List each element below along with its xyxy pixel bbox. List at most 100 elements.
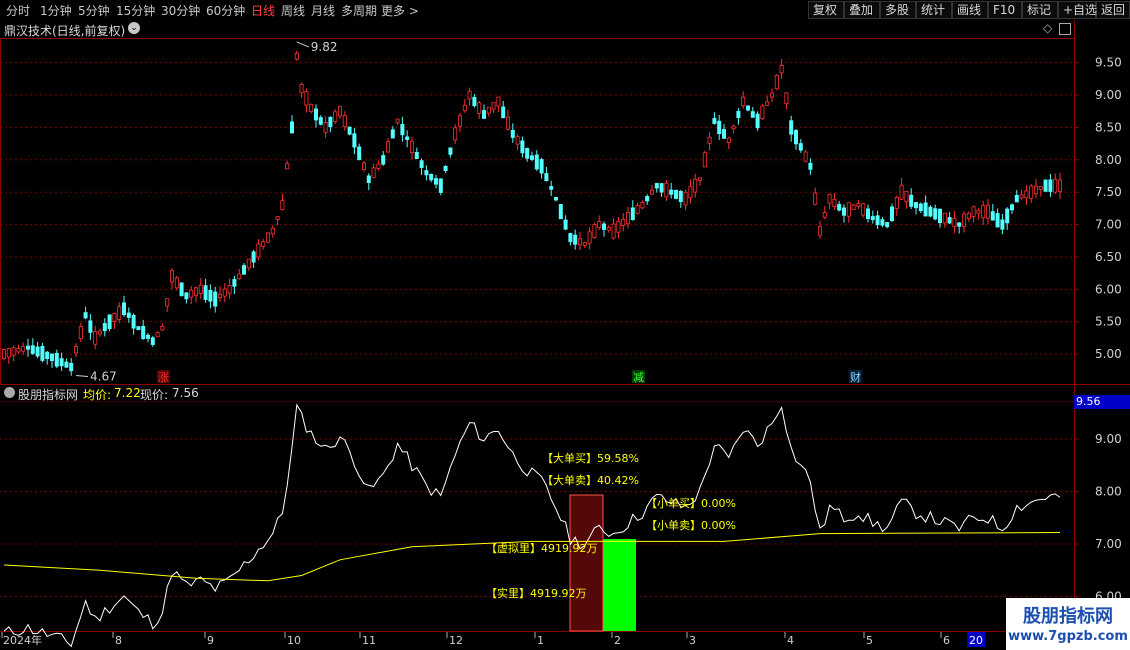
candle-body-126 (606, 227, 611, 231)
candle-body-183 (880, 219, 885, 226)
month-label-1: 9 (207, 634, 214, 647)
candle-body-82 (395, 118, 400, 124)
price-axis: 5.00 5.50 6.00 6.50 7.00 7.50 8.00 8.50 9.00 9.50 (1074, 56, 1122, 361)
candle-body-59 (285, 163, 290, 170)
candle-body-111 (534, 154, 539, 170)
candle-body-31 (150, 337, 155, 345)
candle-body-69 (333, 111, 338, 122)
real-volume-label: 【实里】4919.92万 (486, 586, 587, 600)
candle-body-3 (16, 348, 21, 353)
candle-body-40 (193, 287, 198, 296)
panel-layout-icon[interactable] (1059, 23, 1071, 35)
candle-body-185 (890, 206, 895, 222)
candle-body-36 (174, 277, 179, 289)
price-tick-label-4: 7.00 (1095, 218, 1122, 232)
candle-body-173 (832, 198, 837, 208)
candle-body-23 (112, 313, 117, 322)
indicator-price-line (3, 403, 1061, 648)
month-label-10: 6 (943, 634, 950, 647)
candle-body-190 (914, 202, 919, 209)
high-marker-arrow (296, 41, 309, 48)
candle-body-52 (251, 251, 256, 263)
candle-body-212 (1019, 194, 1024, 199)
candle-body-68 (328, 116, 333, 128)
candle-body-97 (467, 90, 472, 100)
candle-body-175 (842, 207, 847, 216)
candle-body-114 (549, 186, 554, 190)
candle-body-193 (928, 206, 933, 217)
chevron-down-icon[interactable]: ⌄ (128, 22, 140, 34)
candle-body-161 (774, 75, 779, 90)
candle-body-216 (1038, 185, 1043, 190)
candle-body-58 (280, 200, 285, 211)
small-sell-label: 【小单卖】0.00% (646, 519, 736, 532)
current-price-label: 现价: (140, 388, 169, 402)
candle-body-125 (602, 223, 607, 230)
candle-body-157 (755, 113, 760, 129)
candle-body-218 (1048, 179, 1053, 192)
candle-body-45 (217, 293, 222, 298)
candle-body-122 (587, 231, 592, 244)
candle-body-98 (472, 96, 477, 107)
avg-price-value: 7.22 (114, 386, 141, 400)
diamond-icon[interactable]: ◇ (1043, 21, 1052, 35)
candle-body-27 (131, 314, 136, 329)
month-label-2: 10 (287, 634, 301, 647)
candle-body-214 (1029, 185, 1034, 199)
virtual-volume-label: 【虚拟里】4919.92万 (486, 541, 598, 555)
candle-body-89 (429, 173, 434, 181)
small-buy-label: 【小单买】0.00% (646, 497, 736, 510)
candle-body-117 (563, 219, 568, 230)
candle-body-9 (45, 351, 50, 360)
candle-body-150 (722, 129, 727, 139)
candle-body-30 (145, 334, 150, 339)
candle-body-139 (669, 189, 674, 195)
candle-body-18 (88, 320, 93, 333)
candle-body-170 (818, 226, 823, 236)
date-current-tag: 20 (969, 634, 983, 647)
indicator-header: 股朋指标网 均价: 7.22 现价: 7.56 (0, 386, 1074, 403)
candle-body-104 (501, 106, 506, 119)
event-marker-1: 减 (633, 371, 644, 384)
candle-body-203 (976, 209, 981, 214)
candle-body-109 (525, 147, 530, 159)
candle-body-38 (184, 292, 189, 300)
candle-body-33 (160, 325, 165, 331)
candle-body-90 (433, 178, 438, 185)
candle-body-15 (74, 346, 79, 354)
candle-body-155 (746, 105, 751, 111)
month-label-7: 3 (689, 634, 696, 647)
candle-body-140 (674, 189, 679, 199)
indicator-current-tag: 9.56 (1074, 395, 1130, 409)
candle-body-2 (11, 347, 16, 356)
candle-body-70 (337, 106, 342, 117)
candle-body-73 (352, 133, 357, 148)
price-tick-label-3: 6.50 (1095, 250, 1122, 264)
candle-body-128 (616, 220, 621, 233)
settings-icon[interactable] (4, 387, 15, 398)
candle-body-0 (2, 349, 7, 360)
month-label-8: 4 (787, 634, 794, 647)
candle-body-62 (299, 84, 304, 94)
candle-body-66 (318, 117, 323, 125)
indicator-name[interactable]: 股朋指标网 (18, 386, 78, 403)
candle-body-205 (986, 204, 991, 219)
candle-body-16 (78, 325, 83, 340)
candle-body-123 (592, 224, 597, 238)
kline-chart[interactable]: 5.00 5.50 6.00 6.50 7.00 7.50 8.00 8.50 9.00 9.50… (0, 0, 1130, 650)
candle-body-165 (794, 130, 799, 145)
ind-tick-label-2: 8.00 (1095, 485, 1122, 499)
candle-body-116 (558, 204, 563, 220)
candle-body-213 (1024, 190, 1029, 199)
candle-body-149 (717, 120, 722, 135)
candle-body-141 (678, 190, 683, 203)
candle-body-106 (510, 129, 515, 138)
candle-body-51 (246, 258, 251, 269)
candle-body-46 (222, 288, 227, 297)
candle-body-75 (361, 162, 366, 170)
stock-title[interactable]: 鼎汉技术(日线,前复权) (4, 22, 125, 39)
low-marker-arrow (75, 374, 89, 377)
candle-body-144 (693, 178, 698, 193)
candle-body-154 (741, 96, 746, 107)
candle-body-8 (40, 346, 45, 361)
